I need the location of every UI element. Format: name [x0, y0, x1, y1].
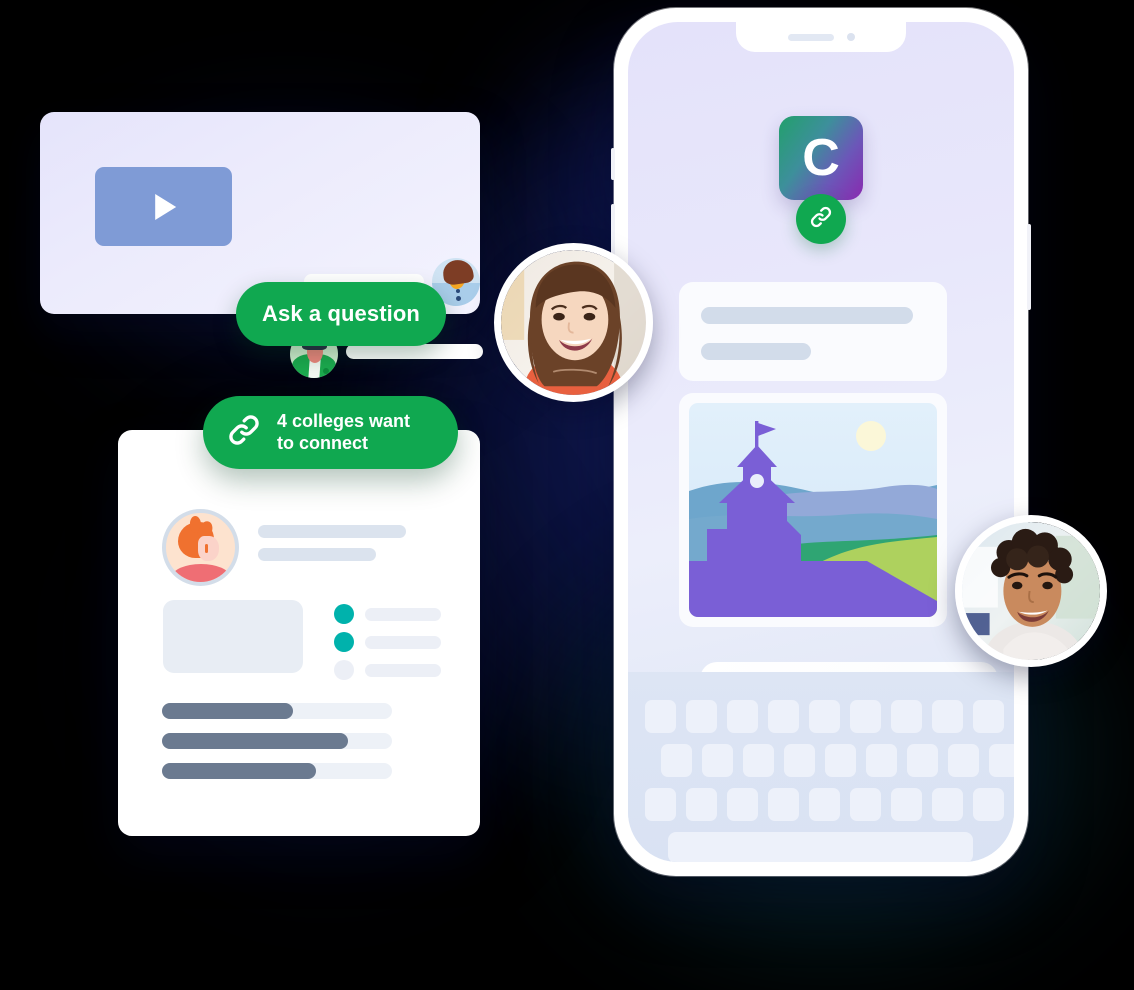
play-icon[interactable] [154, 193, 176, 220]
check-dot-icon [334, 632, 354, 652]
progress-bar [162, 763, 392, 779]
student-headshot-woman [494, 243, 653, 402]
connect-badge-line-2: to connect [277, 432, 369, 453]
power-button[interactable] [1027, 224, 1031, 310]
keyboard-key[interactable] [768, 788, 799, 821]
orange-hair-avatar [162, 509, 239, 586]
keyboard-key[interactable] [850, 700, 881, 733]
keyboard-key[interactable] [645, 700, 676, 733]
keyboard-key[interactable] [932, 788, 963, 821]
keyboard-key[interactable] [989, 744, 1014, 777]
video-thumbnail[interactable] [95, 167, 232, 246]
keyboard-spacebar[interactable] [668, 832, 973, 862]
avatar [962, 522, 1100, 660]
keyboard-key[interactable] [850, 788, 881, 821]
checklist-item[interactable] [334, 632, 441, 652]
text-placeholder-line [701, 343, 811, 360]
colleges-connect-badge[interactable]: 4 colleges want to connect [203, 396, 458, 469]
link-icon [808, 204, 834, 235]
keyboard-key[interactable] [768, 700, 799, 733]
keyboard-key[interactable] [891, 700, 922, 733]
illustration-stage: Ask a question 4 colleges want to connec… [0, 0, 1134, 990]
earpiece-speaker-icon [787, 33, 834, 41]
keyboard-key[interactable] [866, 744, 897, 777]
profile-card[interactable] [118, 430, 480, 836]
checklist-label-placeholder [365, 663, 441, 677]
front-camera-icon [846, 33, 855, 41]
avatar [501, 250, 646, 395]
checklist-label-placeholder [365, 635, 441, 649]
keyboard-key[interactable] [686, 788, 717, 821]
keyboard-row[interactable] [661, 744, 1014, 777]
skeleton-line [346, 344, 483, 359]
phone-image-card[interactable] [679, 393, 947, 627]
phone-notch [736, 22, 906, 52]
keyboard-key[interactable] [702, 744, 733, 777]
keyboard-key[interactable] [973, 788, 1004, 821]
keyboard-row[interactable] [645, 788, 1014, 821]
checklist-label-placeholder [365, 607, 441, 621]
keyboard-key[interactable] [948, 744, 979, 777]
app-logo-letter: C [802, 129, 840, 187]
student-headshot-man [955, 515, 1107, 667]
keyboard-key[interactable] [907, 744, 938, 777]
volume-up-button[interactable] [611, 204, 615, 260]
keyboard-key[interactable] [645, 788, 676, 821]
profile-subtitle-placeholder [258, 548, 376, 561]
check-dot-icon [334, 604, 354, 624]
link-fab-button[interactable] [796, 194, 846, 244]
on-screen-keyboard[interactable] [628, 672, 1014, 862]
keyboard-key[interactable] [932, 700, 963, 733]
keyboard-row[interactable] [645, 700, 1014, 733]
keyboard-key[interactable] [809, 700, 840, 733]
keyboard-key[interactable] [784, 744, 815, 777]
phone-mockup: C [611, 8, 1031, 876]
checklist-item[interactable] [334, 604, 441, 624]
profile-name-placeholder [258, 525, 406, 538]
ask-a-question-button[interactable]: Ask a question [236, 282, 446, 346]
keyboard-key[interactable] [891, 788, 922, 821]
progress-bar [162, 733, 392, 749]
profile-photo-placeholder [163, 600, 303, 673]
keyboard-key[interactable] [727, 788, 758, 821]
keyboard-key[interactable] [661, 744, 692, 777]
text-placeholder-line [701, 307, 913, 324]
keyboard-key[interactable] [727, 700, 758, 733]
keyboard-key[interactable] [973, 700, 1004, 733]
keyboard-key[interactable] [743, 744, 774, 777]
checklist-item[interactable] [334, 660, 441, 680]
phone-text-card[interactable] [679, 282, 947, 381]
keyboard-key[interactable] [809, 788, 840, 821]
connect-badge-line-1: 4 colleges want [277, 410, 411, 431]
link-icon [225, 411, 263, 454]
ask-a-question-label: Ask a question [262, 301, 420, 326]
app-logo-tile: C [779, 116, 863, 200]
campus-building-illustration [689, 403, 937, 617]
keyboard-key[interactable] [686, 700, 717, 733]
phone-screen: C [628, 22, 1014, 862]
check-dot-icon [334, 660, 354, 680]
progress-bar [162, 703, 392, 719]
keyboard-key[interactable] [825, 744, 856, 777]
mute-switch-button[interactable] [611, 148, 615, 180]
